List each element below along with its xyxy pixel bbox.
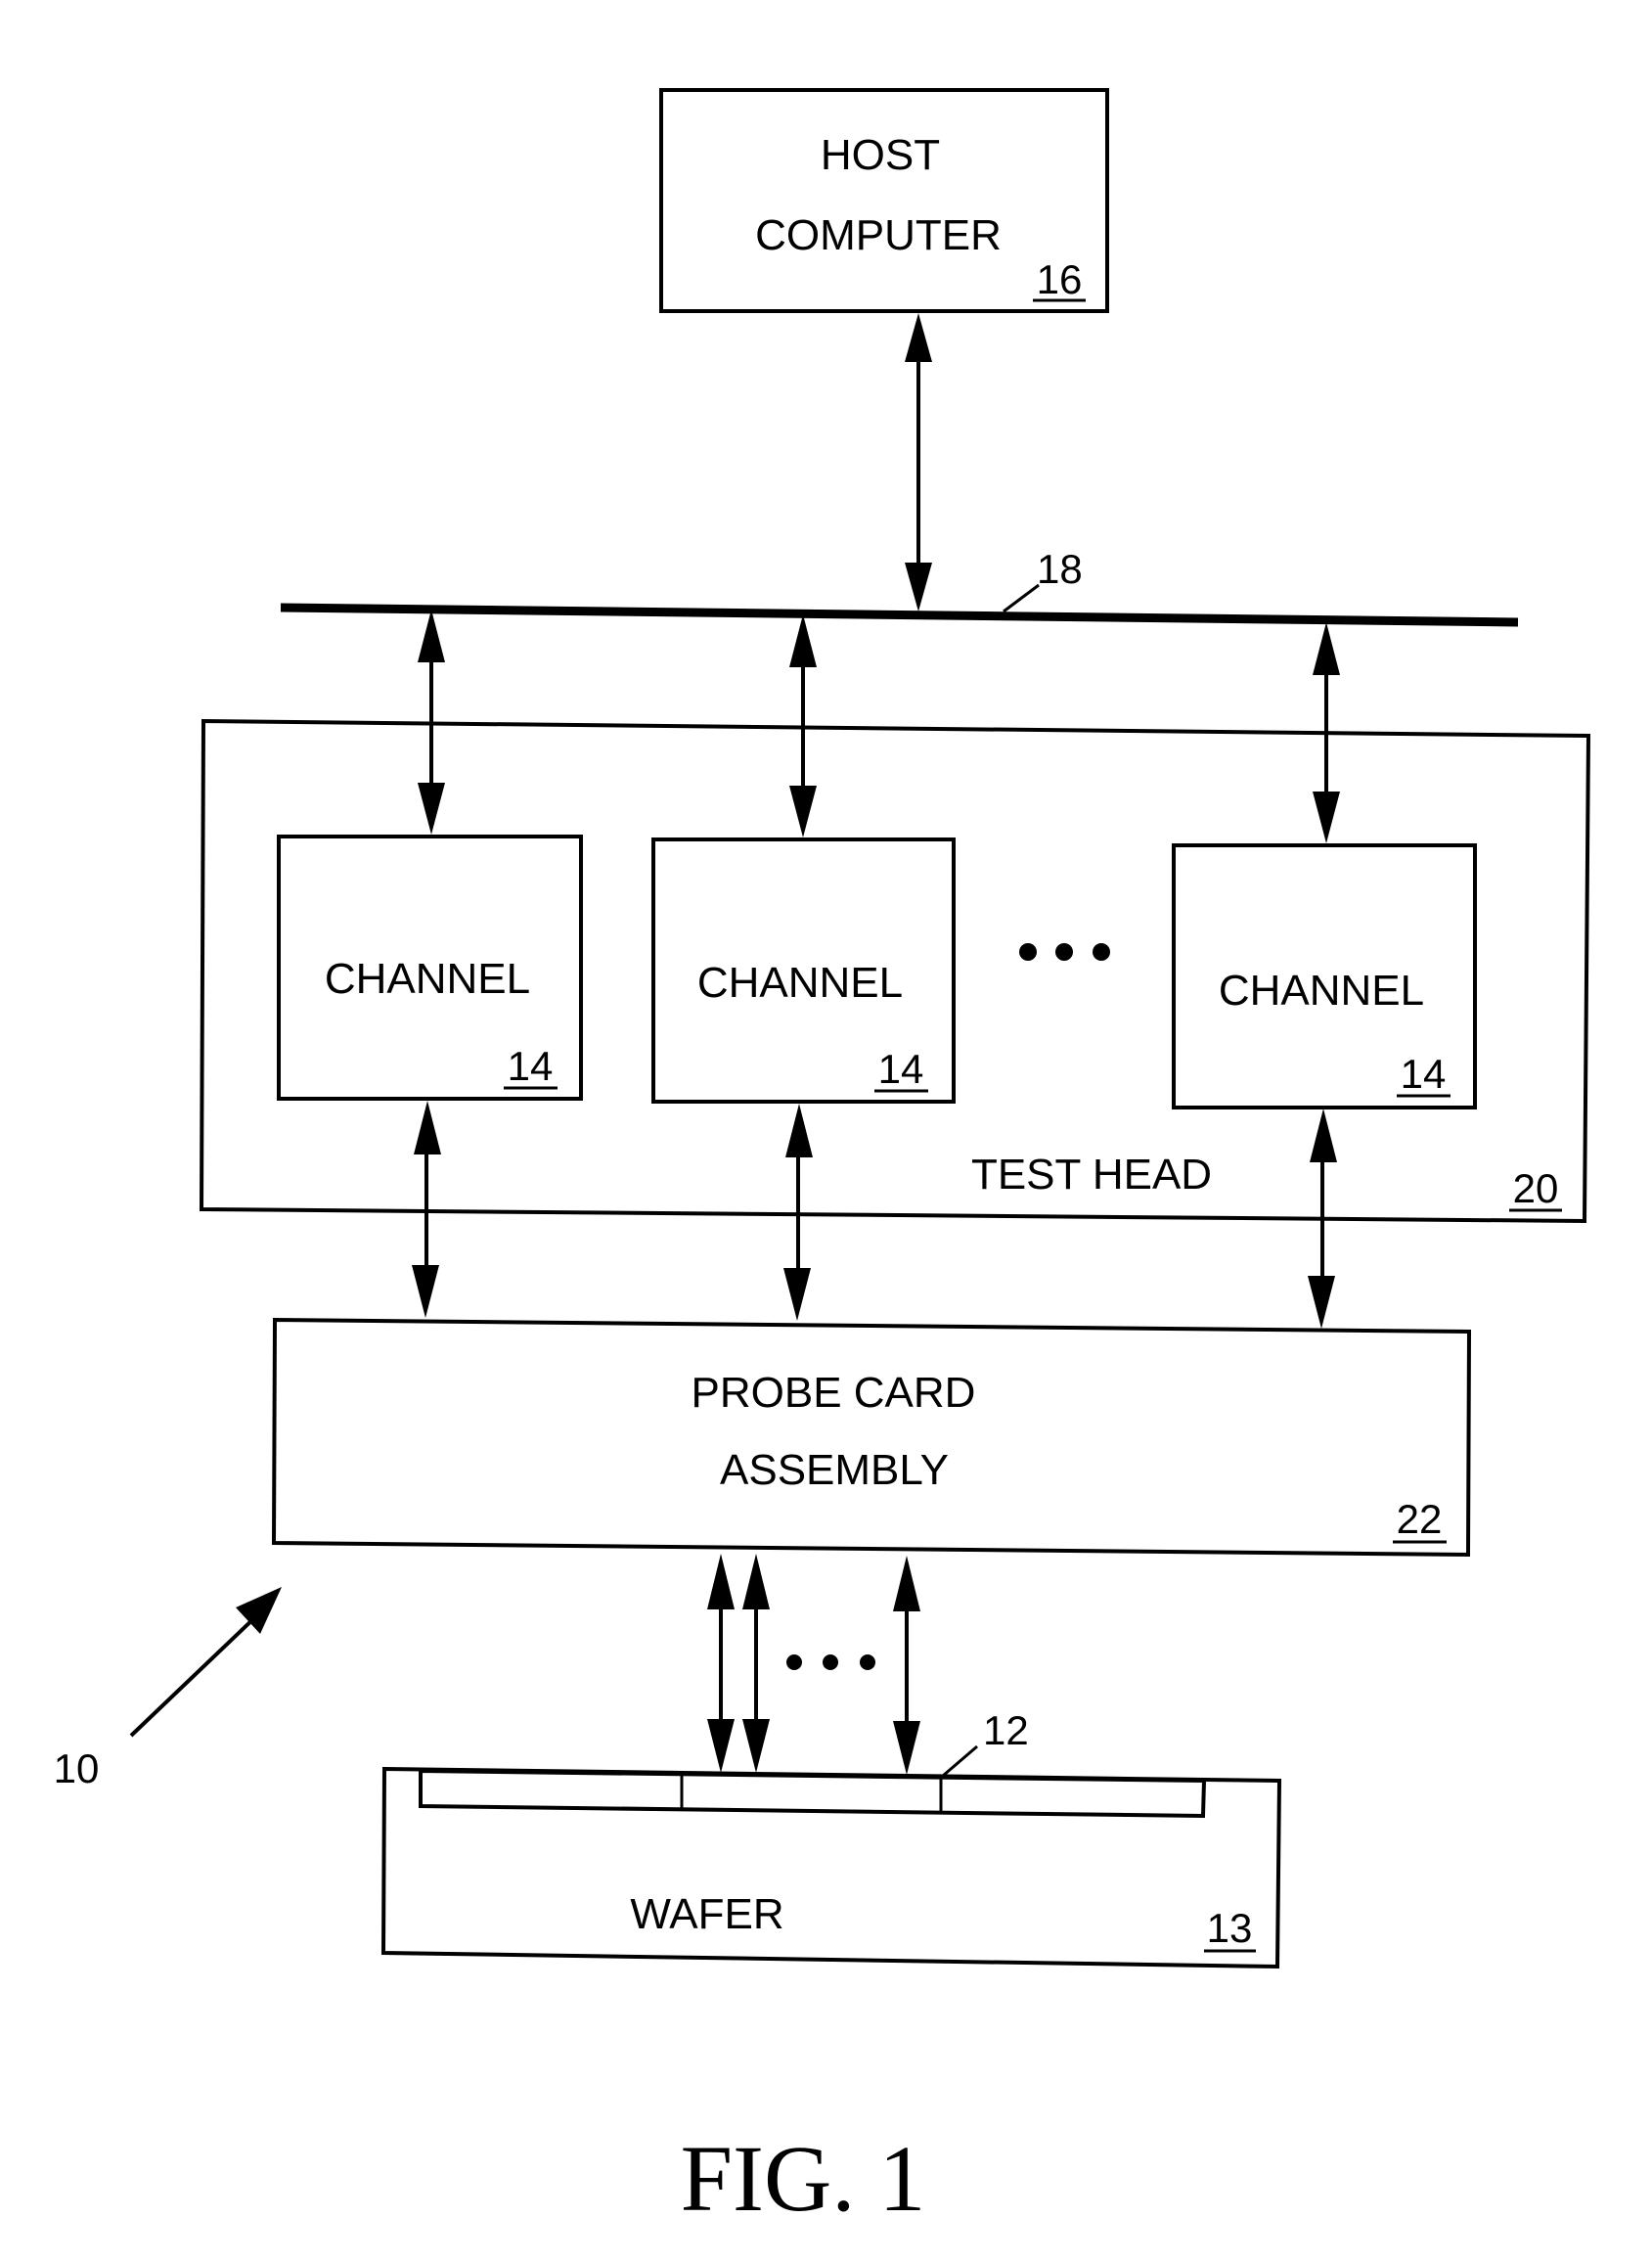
arrowhead-down-icon <box>742 1719 770 1773</box>
channel-ref-number: 14 <box>508 1043 554 1089</box>
probe-card-ref-number: 22 <box>1397 1496 1443 1542</box>
test-head-ref-number: 20 <box>1513 1165 1559 1211</box>
arrowhead-down-icon <box>789 786 817 837</box>
channel-label: CHANNEL <box>325 955 530 1003</box>
bus-leader-line <box>1003 583 1040 613</box>
channel-block: CHANNEL 14 <box>651 837 956 1104</box>
system-ref-number: 10 <box>54 1745 100 1791</box>
channel-ref-number: 14 <box>1401 1051 1447 1097</box>
system-ref: 10 <box>54 1587 282 1791</box>
arrowhead-down-icon <box>412 1265 439 1318</box>
channel-label: CHANNEL <box>697 959 903 1007</box>
arrowhead-up-icon <box>414 1101 441 1154</box>
host-ref-number: 16 <box>1037 256 1083 302</box>
probe-wafer-arrow <box>893 1556 920 1775</box>
test-head-label: TEST HEAD <box>971 1151 1212 1199</box>
arrowhead-up-icon <box>418 610 445 662</box>
dut-strip <box>419 1768 1207 1819</box>
wafer-label: WAFER <box>630 1890 783 1938</box>
bus-line: 18 <box>280 546 1519 627</box>
channel-probe-arrow <box>783 1104 813 1321</box>
host-label-line1: HOST <box>821 131 940 179</box>
channel-ref-number: 14 <box>878 1046 924 1092</box>
arrowhead-up-icon <box>893 1556 920 1611</box>
arrowhead-down-icon <box>1313 792 1340 843</box>
host-label-line2: COMPUTER <box>755 211 1002 259</box>
probe-wafer-arrow <box>742 1554 770 1773</box>
probe-card-label-line1: PROBE CARD <box>692 1369 976 1417</box>
arrowhead-up-icon <box>905 313 932 362</box>
channel-label: CHANNEL <box>1219 967 1424 1015</box>
arrowhead-up-icon <box>785 1104 813 1157</box>
dut-ref: 12 <box>942 1707 1029 1778</box>
dut-ref-number: 12 <box>983 1707 1029 1753</box>
arrowhead-down-icon <box>893 1721 920 1775</box>
wafer-ref-number: 13 <box>1207 1905 1253 1951</box>
probe-ellipsis <box>786 1654 875 1670</box>
probe-wafer-arrow <box>707 1554 735 1773</box>
arrowhead-up-icon <box>789 614 817 667</box>
channel-block: CHANNEL 14 <box>277 835 583 1101</box>
dut-leader-line <box>942 1744 978 1778</box>
channel-block: CHANNEL 14 <box>1172 843 1477 1109</box>
arrowhead-down-icon <box>905 563 932 611</box>
arrowhead-up-icon <box>707 1554 735 1609</box>
diagram-canvas: HOST COMPUTER 16 18 TEST HEAD 20 CHANNEL… <box>54 88 1591 2231</box>
probe-card-label-line2: ASSEMBLY <box>720 1446 949 1494</box>
probe-card-block: PROBE CARD ASSEMBLY 22 <box>271 1317 1472 1558</box>
arrowhead-down-icon <box>418 783 445 835</box>
arrowhead-down-icon <box>783 1268 811 1321</box>
host-computer-block: HOST COMPUTER 16 <box>659 88 1109 313</box>
channel-ellipsis <box>1019 943 1110 961</box>
arrowhead-down-icon <box>707 1719 735 1773</box>
arrowhead-down-icon <box>1308 1276 1335 1329</box>
figure-caption: FIG. 1 <box>681 2126 926 2231</box>
arrowhead-up-icon <box>742 1554 770 1609</box>
host-bus-arrow <box>905 313 932 611</box>
arrowhead-up-icon <box>1310 1109 1337 1162</box>
bus-ref-number: 18 <box>1037 546 1083 592</box>
wafer-block: WAFER 13 <box>380 1766 1282 1969</box>
arrowhead-up-icon <box>1313 622 1340 675</box>
